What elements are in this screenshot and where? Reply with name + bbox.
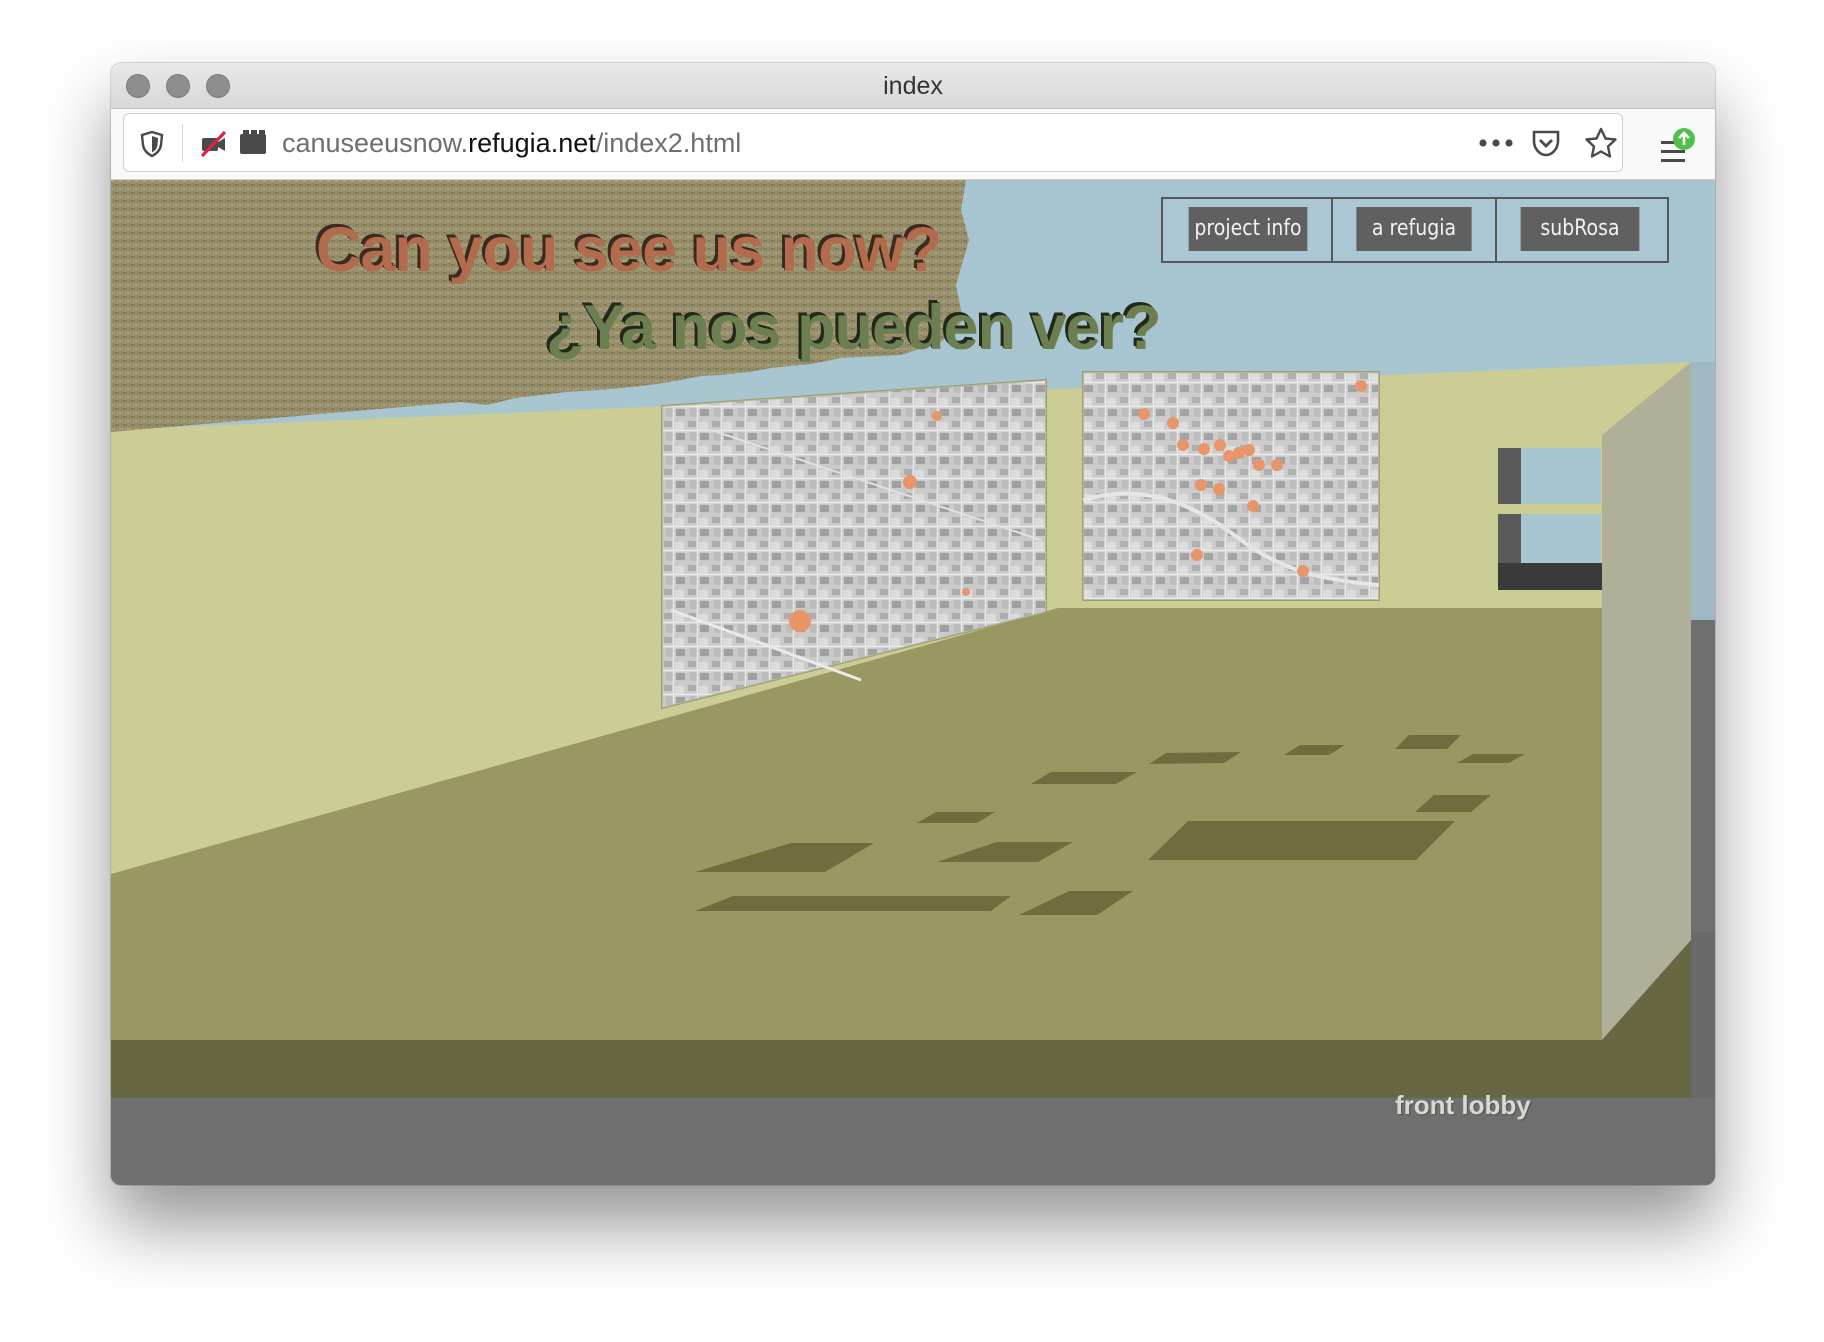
media-icon[interactable] [238, 128, 268, 156]
more-dots-icon[interactable] [1478, 137, 1514, 149]
window-title: index [883, 72, 943, 100]
side-wall [1602, 362, 1691, 1040]
nav-divider [1331, 199, 1333, 261]
title-spanish: ¿Ya nos pueden ver? [546, 293, 1162, 363]
url-prefix: canuseeusnow. [282, 128, 469, 158]
room-label: front lobby [1395, 1090, 1531, 1120]
url-bar-divider [182, 124, 183, 162]
browser-window: index canuseeusnow.refugia.net/index2.ht… [111, 63, 1715, 1185]
nav-divider [1495, 199, 1497, 261]
url-path: /index2.html [595, 128, 742, 158]
url-bar[interactable]: canuseeusnow.refugia.net/index2.html [123, 113, 1623, 172]
title-english: Can you see us now? [316, 215, 942, 285]
project-info-button[interactable]: project info [1188, 207, 1308, 251]
title-bar: index [111, 63, 1715, 109]
camera-blocked-icon[interactable] [198, 129, 228, 159]
menu-icon[interactable] [1659, 127, 1709, 173]
url-text[interactable]: canuseeusnow.refugia.net/index2.html [282, 128, 741, 159]
window-sill [1498, 563, 1602, 590]
map-panel-right [1082, 371, 1380, 601]
a-refugia-button[interactable]: a refugia [1356, 207, 1472, 251]
site-nav: project info a refugia subRosa [1161, 197, 1669, 263]
browser-toolbar: canuseeusnow.refugia.net/index2.html [111, 109, 1715, 180]
pocket-icon[interactable] [1530, 128, 1562, 158]
shield-icon[interactable] [139, 130, 165, 158]
url-domain: refugia.net [468, 128, 596, 158]
floor-right-shadow [1691, 932, 1715, 1098]
star-icon[interactable] [1584, 127, 1618, 159]
page-content: Can you see us now? ¿Ya nos pueden ver? … [111, 180, 1715, 1185]
window-mullion [1498, 504, 1602, 514]
subrosa-button[interactable]: subRosa [1520, 207, 1640, 251]
side-sky [1691, 362, 1715, 620]
